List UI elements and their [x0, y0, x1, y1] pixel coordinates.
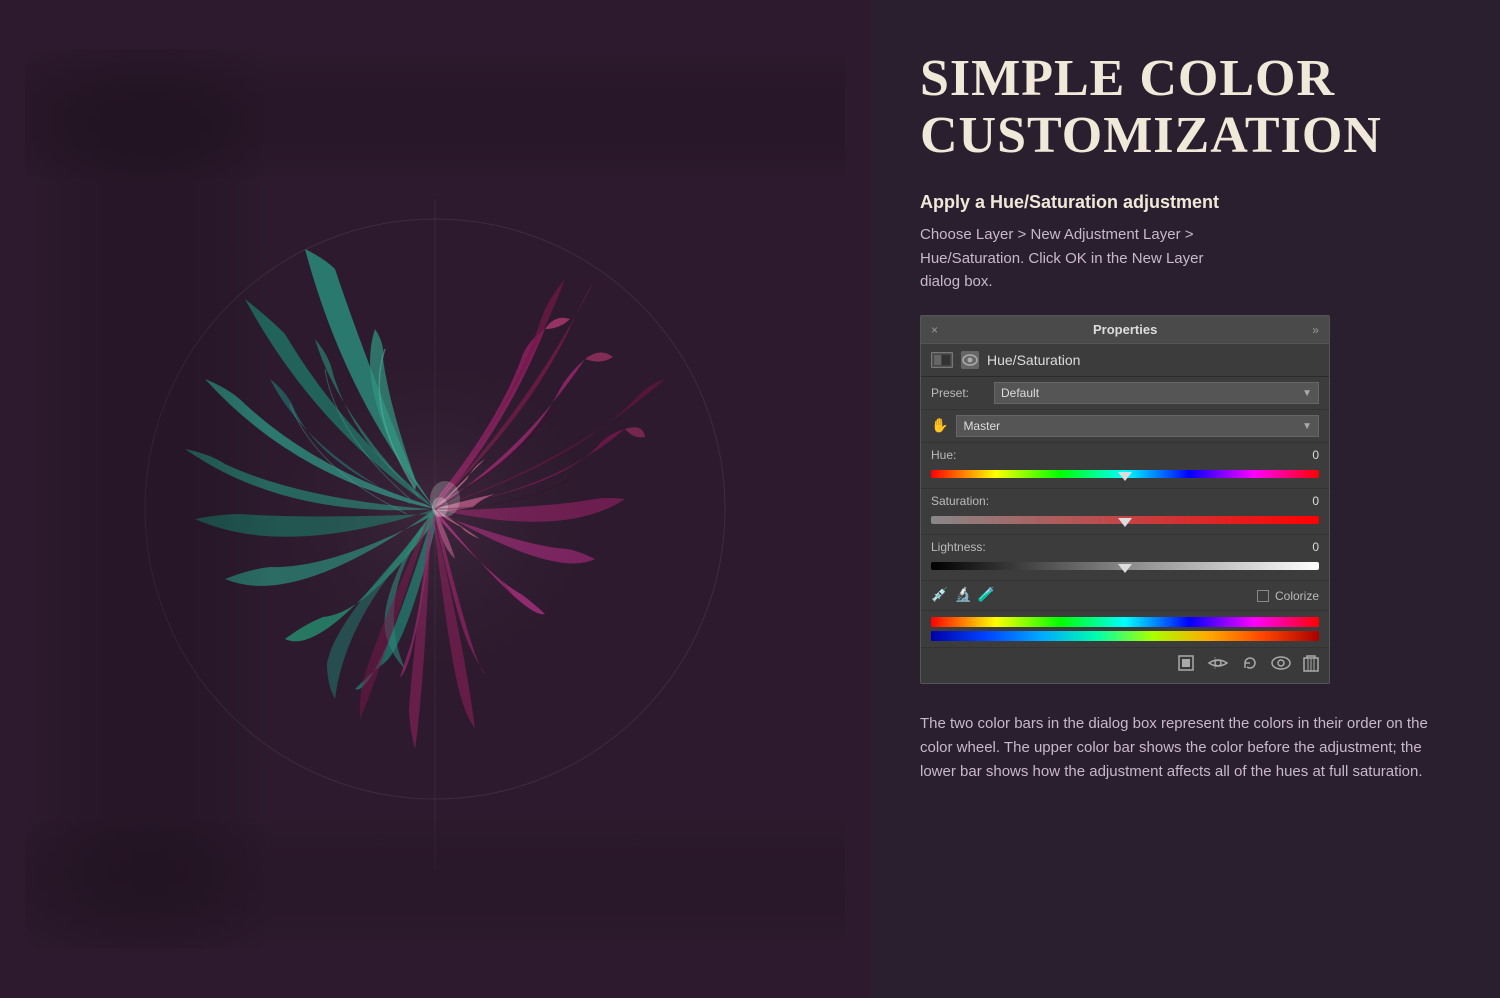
hue-value: 0 — [1312, 448, 1319, 462]
saturation-slider-track-container[interactable] — [931, 511, 1319, 529]
saturation-label: Saturation: — [931, 494, 989, 508]
preset-label: Preset: — [931, 386, 986, 400]
colorize-checkbox[interactable] — [1257, 590, 1269, 602]
eyedropper-icon[interactable]: 💉 — [931, 587, 948, 604]
clip-to-layer-icon[interactable] — [1177, 654, 1195, 677]
panel-footer — [921, 648, 1329, 683]
reset-icon[interactable] — [1241, 654, 1259, 677]
preset-value: Default — [1001, 386, 1039, 400]
section-subtitle: Apply a Hue/Saturation adjustment — [920, 192, 1450, 213]
lightness-value: 0 — [1312, 540, 1319, 554]
lightness-thumb[interactable] — [1118, 564, 1132, 573]
right-panel: SIMPLE COLOR CUSTOMIZATION Apply a Hue/S… — [870, 0, 1500, 998]
preset-row: Preset: Default ▼ — [921, 377, 1329, 410]
lower-color-bar — [931, 631, 1319, 641]
colorize-label: Colorize — [1275, 589, 1319, 603]
delete-icon[interactable] — [1303, 654, 1319, 677]
upper-color-bar — [931, 617, 1319, 627]
page-title: SIMPLE COLOR CUSTOMIZATION — [920, 50, 1450, 164]
saturation-value: 0 — [1312, 494, 1319, 508]
layer-visibility-icon[interactable] — [961, 351, 979, 369]
saturation-thumb[interactable] — [1118, 518, 1132, 527]
panel-close-button[interactable]: × — [931, 323, 938, 337]
channel-row: ✋ Master ▼ — [921, 410, 1329, 443]
eyedropper-add-icon[interactable]: 🔬 — [954, 587, 971, 604]
left-panel — [0, 0, 870, 998]
lightness-label: Lightness: — [931, 540, 986, 554]
flower-image — [0, 0, 870, 998]
lightness-slider-track-container[interactable] — [931, 557, 1319, 575]
hue-slider-section: Hue: 0 — [921, 443, 1329, 489]
eyedropper-subtract-icon[interactable]: 🧪 — [978, 587, 995, 604]
lightness-slider-section: Lightness: 0 — [921, 535, 1329, 581]
colorize-row: 💉 🔬 🧪 Colorize — [921, 581, 1329, 611]
saturation-slider-section: Saturation: 0 — [921, 489, 1329, 535]
visibility-icon[interactable] — [1271, 656, 1291, 675]
instruction-description: Choose Layer > New Adjustment Layer > Hu… — [920, 223, 1450, 293]
bottom-description: The two color bars in the dialog box rep… — [920, 712, 1450, 784]
layer-type-icon — [931, 352, 953, 368]
channel-dropdown[interactable]: Master ▼ — [956, 415, 1319, 437]
layer-row: Hue/Saturation — [921, 344, 1329, 377]
hue-slider-track-container[interactable] — [931, 465, 1319, 483]
hue-thumb[interactable] — [1118, 472, 1132, 481]
channel-value: Master — [963, 419, 1000, 433]
color-bars-section — [921, 611, 1329, 648]
preset-dropdown-arrow: ▼ — [1302, 388, 1312, 399]
preset-dropdown[interactable]: Default ▼ — [994, 382, 1319, 404]
view-previous-icon[interactable] — [1207, 655, 1229, 676]
panel-title-label: Properties — [1093, 322, 1157, 337]
properties-panel: × Properties » Hue/Saturation — [920, 315, 1330, 684]
channel-dropdown-arrow: ▼ — [1302, 421, 1312, 432]
layer-name-label: Hue/Saturation — [987, 352, 1080, 368]
panel-header: × Properties » — [921, 316, 1329, 344]
panel-collapse-button[interactable]: » — [1312, 323, 1319, 337]
hue-label: Hue: — [931, 448, 956, 462]
hand-tool-icon[interactable]: ✋ — [931, 418, 948, 435]
